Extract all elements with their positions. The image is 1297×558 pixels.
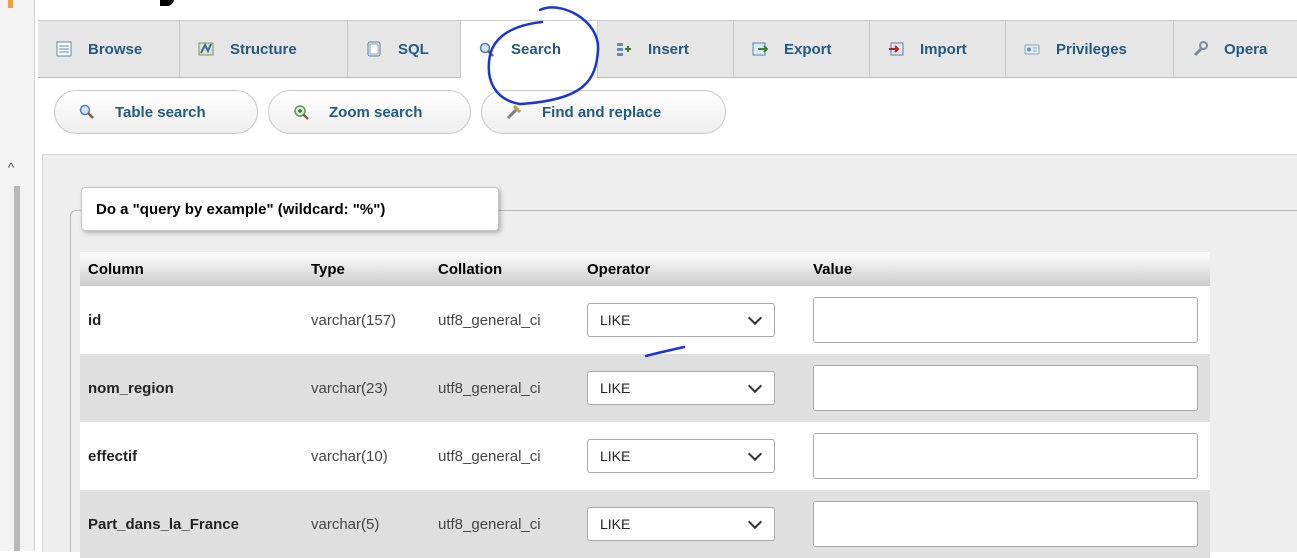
chevron-down-icon (747, 514, 763, 530)
insert-icon (616, 41, 632, 57)
tab-label: Browse (88, 40, 143, 58)
operations-icon (1192, 41, 1208, 57)
tab-import[interactable]: Import (870, 21, 1006, 77)
operator-value: LIKE (600, 516, 631, 532)
zoom-icon (293, 104, 309, 120)
value-input[interactable] (813, 365, 1198, 411)
fieldset-legend: Do a "query by example" (wildcard: "%") (81, 187, 499, 231)
tab-insert[interactable]: Insert (598, 21, 734, 77)
export-icon (752, 41, 769, 57)
tab-label: Opera (1224, 40, 1268, 58)
tab-label: SQL (398, 40, 429, 58)
column-collation: utf8_general_ci (430, 422, 579, 490)
scrollbar[interactable] (14, 186, 20, 551)
operator-cell: LIKE (579, 490, 805, 558)
column-collation: utf8_general_ci (430, 354, 579, 422)
import-icon (888, 41, 904, 57)
operator-cell: LIKE (579, 422, 805, 490)
column-type: varchar(10) (303, 422, 430, 490)
magnifier-icon (79, 104, 95, 120)
search-criteria-table: Column Type Collation Operator Value id … (80, 252, 1210, 558)
tab-label: Export (784, 40, 832, 58)
operator-cell: LIKE (579, 286, 805, 354)
chevron-down-icon (747, 378, 763, 394)
structure-icon (198, 41, 214, 57)
chevron-down-icon (747, 446, 763, 462)
search-icon (479, 42, 495, 58)
tab-browse[interactable]: Browse (38, 21, 180, 77)
tab-structure[interactable]: Structure (180, 21, 348, 77)
column-name: nom_region (80, 354, 303, 422)
column-collation: utf8_general_ci (430, 490, 579, 558)
value-cell (805, 422, 1210, 490)
left-scroll-strip: ^ (0, 0, 35, 551)
operator-cell: LIKE (579, 354, 805, 422)
browse-icon (56, 41, 72, 57)
value-cell (805, 490, 1210, 558)
operator-value: LIKE (600, 312, 631, 328)
operator-select[interactable]: LIKE (587, 439, 775, 473)
column-collation: utf8_general_ci (430, 286, 579, 354)
find-and-replace-button[interactable]: Find and replace (481, 90, 726, 134)
tab-label: Search (511, 41, 562, 58)
orange-marker (8, 0, 13, 8)
operator-select[interactable]: LIKE (587, 303, 775, 337)
value-cell (805, 354, 1210, 422)
table-row: nom_region varchar(23) utf8_general_ci L… (80, 354, 1210, 422)
operator-value: LIKE (600, 448, 631, 464)
scroll-up-icon[interactable]: ^ (8, 160, 14, 175)
operator-select[interactable]: LIKE (587, 507, 775, 541)
column-name: id (80, 286, 303, 354)
header-type: Type (303, 252, 430, 286)
zoom-search-button[interactable]: Zoom search (268, 90, 471, 134)
tab-privileges[interactable]: Privileges (1006, 21, 1174, 77)
table-header-row: Column Type Collation Operator Value (80, 252, 1210, 286)
value-input[interactable] (813, 297, 1198, 343)
tab-label: Insert (648, 40, 689, 58)
column-type: varchar(157) (303, 286, 430, 354)
subnav-label: Table search (115, 103, 206, 121)
tab-label: Privileges (1056, 40, 1127, 58)
table-tab-bar: Browse Structure SQL Search Insert Expor… (38, 20, 1297, 78)
column-type: varchar(5) (303, 490, 430, 558)
tab-label: Import (920, 40, 967, 58)
table-row: effectif varchar(10) utf8_general_ci LIK… (80, 422, 1210, 490)
find-replace-icon (506, 104, 522, 120)
header-text-fragment (160, 0, 200, 10)
value-input[interactable] (813, 433, 1198, 479)
value-input[interactable] (813, 501, 1198, 547)
column-name: Part_dans_la_France (80, 490, 303, 558)
header-column: Column (80, 252, 303, 286)
chevron-down-icon (747, 310, 763, 326)
column-name: effectif (80, 422, 303, 490)
table-search-button[interactable]: Table search (54, 90, 258, 134)
tab-operations[interactable]: Opera (1174, 21, 1297, 77)
tab-label: Structure (230, 40, 297, 58)
column-type: varchar(23) (303, 354, 430, 422)
tab-export[interactable]: Export (734, 21, 870, 77)
header-operator: Operator (579, 252, 805, 286)
subnav-label: Zoom search (329, 103, 423, 121)
tab-search[interactable]: Search (461, 21, 598, 78)
sql-icon (366, 41, 382, 57)
tab-sql[interactable]: SQL (348, 21, 461, 77)
table-row: Part_dans_la_France varchar(5) utf8_gene… (80, 490, 1210, 558)
table-row: id varchar(157) utf8_general_ci LIKE (80, 286, 1210, 354)
privileges-icon (1024, 41, 1040, 57)
operator-value: LIKE (600, 380, 631, 396)
header-value: Value (805, 252, 1210, 286)
header-collation: Collation (430, 252, 579, 286)
operator-select[interactable]: LIKE (587, 371, 775, 405)
subnav-label: Find and replace (542, 103, 662, 121)
value-cell (805, 286, 1210, 354)
